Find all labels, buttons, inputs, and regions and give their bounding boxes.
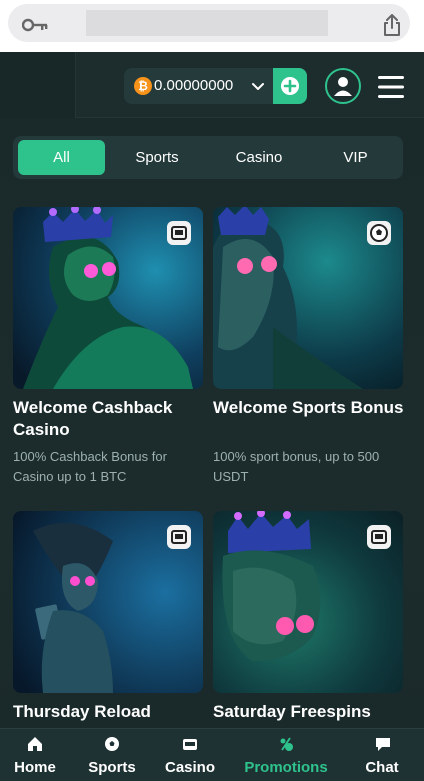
slot-machine-icon (183, 739, 197, 750)
user-icon (334, 77, 352, 96)
slot-machine-icon (367, 525, 391, 549)
nav-chat[interactable]: Chat (342, 729, 422, 781)
app-root: ₿ 0.00000000 All Sports Casino VIP Welco… (0, 52, 424, 781)
tab-sports[interactable]: Sports (113, 140, 201, 175)
tab-all[interactable]: All (18, 140, 105, 175)
soccer-ball-icon (367, 221, 391, 245)
promo-image (13, 511, 203, 693)
soccer-ball-icon (105, 737, 119, 751)
promotion-filter-tabs: All Sports Casino VIP (13, 136, 403, 179)
logo-area[interactable] (0, 52, 76, 118)
promo-card-welcome-sports[interactable]: Welcome Sports Bonus 100% sport bonus, u… (213, 207, 404, 497)
nav-label: Promotions (244, 759, 328, 776)
promo-image (13, 207, 203, 389)
wallet-balance: 0.00000000 (154, 77, 234, 94)
url-text-redacted (86, 10, 328, 36)
tab-casino[interactable]: Casino (213, 140, 305, 175)
promo-image (213, 511, 403, 693)
nav-label: Home (14, 759, 56, 776)
chevron-down-icon (252, 83, 264, 90)
slot-machine-icon (167, 525, 191, 549)
nav-label: Casino (164, 759, 215, 776)
share-icon[interactable] (382, 14, 402, 36)
deposit-button[interactable] (273, 68, 307, 104)
promo-title: Welcome Cashback Casino (13, 398, 173, 439)
promo-card-saturday-freespins[interactable]: Saturday Freespins (213, 511, 403, 736)
promo-image (213, 207, 403, 389)
bottom-navigation: Home Sports Casino Promotions Chat (0, 728, 424, 781)
address-bar[interactable] (8, 4, 410, 42)
profile-button[interactable] (325, 68, 361, 104)
key-icon (22, 18, 48, 32)
promo-description: 100% Cashback Bonus for Casino up to 1 B… (13, 449, 167, 484)
wallet-selector[interactable]: ₿ 0.00000000 (124, 68, 274, 104)
home-icon (28, 737, 42, 751)
nav-home[interactable]: Home (0, 729, 75, 781)
nav-label: Sports (88, 759, 136, 776)
slot-machine-icon (167, 221, 191, 245)
promo-card-welcome-cashback[interactable]: Welcome Cashback Casino 100% Cashback Bo… (13, 207, 203, 497)
nav-casino[interactable]: Casino (150, 729, 230, 781)
promo-title: Thursday Reload (13, 702, 151, 721)
nav-promotions[interactable]: Promotions (236, 729, 336, 781)
nav-label: Chat (365, 759, 399, 776)
promo-description: 100% sport bonus, up to 500 USDT (213, 449, 380, 484)
promotions-icon (280, 737, 293, 751)
promo-card-thursday-reload[interactable]: Thursday Reload (13, 511, 203, 736)
promo-title: Saturday Freespins (213, 702, 371, 721)
browser-url-bar (0, 0, 424, 52)
app-header: ₿ 0.00000000 (0, 52, 424, 118)
plus-circle-icon (281, 77, 299, 95)
hamburger-menu-icon[interactable] (378, 76, 404, 98)
bitcoin-icon: ₿ (134, 77, 152, 95)
tab-vip[interactable]: VIP (313, 140, 398, 175)
nav-sports[interactable]: Sports (72, 729, 152, 781)
chat-icon (376, 738, 390, 751)
promo-title: Welcome Sports Bonus (213, 398, 404, 417)
